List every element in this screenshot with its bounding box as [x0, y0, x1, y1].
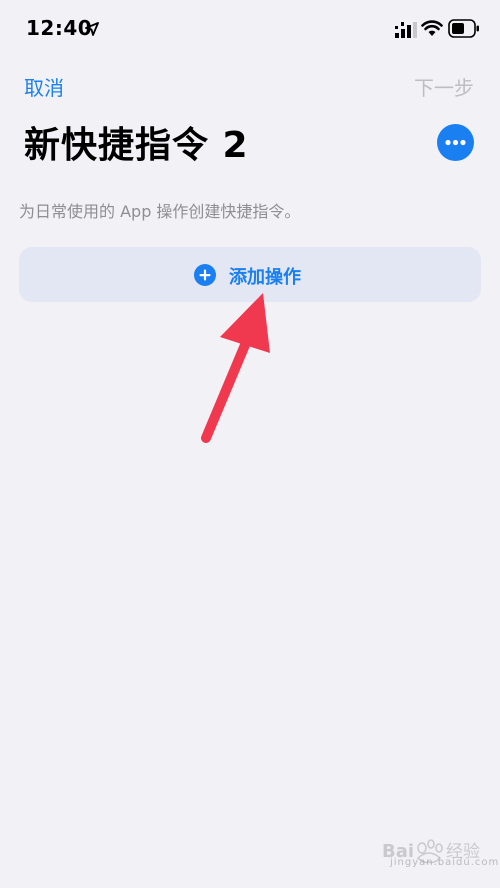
watermark-url: jingyan.baidu.com [390, 857, 500, 868]
ellipsis-icon [445, 139, 466, 146]
annotation-arrow-icon [201, 293, 270, 443]
more-options-button[interactable] [437, 124, 474, 161]
status-bar: 12:40 [0, 0, 500, 60]
description-text: 为日常使用的 App 操作创建快捷指令。 [19, 202, 301, 221]
next-step-button[interactable]: 下一步 [414, 72, 474, 101]
baidu-watermark-logo: Bai 经验 [382, 839, 480, 864]
plus-circle-icon [194, 264, 216, 286]
cancel-button[interactable]: 取消 [24, 72, 64, 101]
wifi-icon [421, 20, 443, 36]
cellular-signal-icon [395, 22, 417, 38]
location-arrow-icon [85, 22, 99, 36]
page-title: 新快捷指令 2 [24, 125, 249, 166]
status-time: 12:40 [26, 16, 93, 40]
battery-icon [448, 19, 479, 38]
